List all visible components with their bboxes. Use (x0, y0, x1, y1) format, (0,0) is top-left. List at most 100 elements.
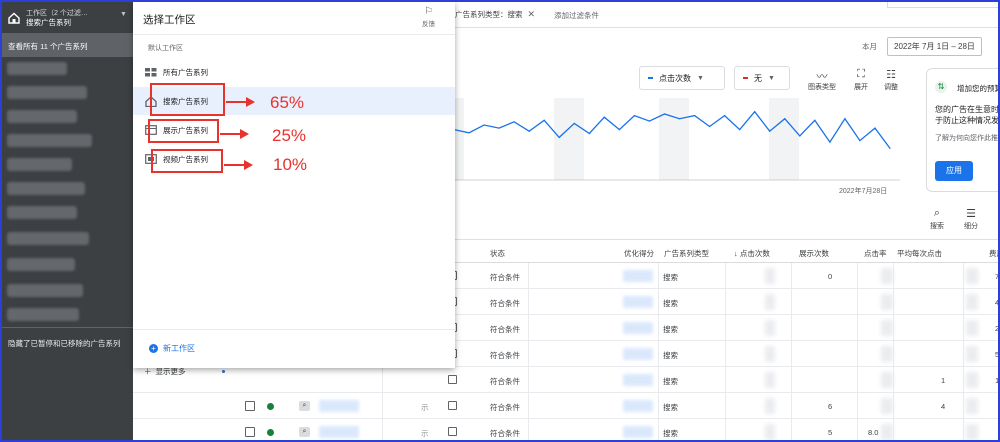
expand-label: 展开 (854, 84, 868, 91)
clicks-data-point (844, 118, 846, 120)
col-status[interactable]: 状态 (490, 248, 505, 259)
col-opt-score[interactable]: 优化得分 (624, 248, 654, 259)
campaign-item-redacted[interactable] (7, 308, 79, 321)
col-divider (658, 315, 659, 341)
feedback-label: 反馈 (422, 21, 435, 28)
status-detail-icon[interactable] (448, 401, 457, 410)
col-divider (528, 367, 529, 393)
chart-type-button[interactable]: 〰 图表类型 (807, 68, 837, 92)
col-divider (857, 289, 858, 315)
col-clicks[interactable]: ↓ 点击次数 (734, 248, 770, 259)
date-range-picker[interactable]: 2022年 7月 1日 – 28日 (887, 37, 982, 56)
campaign-item-redacted[interactable] (7, 206, 77, 219)
filter-chip[interactable]: 广告系列类型：搜索 ✕ (451, 7, 539, 21)
workspace-header[interactable]: 工作区（2 个过滤… 搜索广告系列 (2, 2, 133, 33)
campaign-item-redacted[interactable] (7, 158, 72, 171)
workspace-option-label: 所有广告系列 (163, 67, 208, 77)
status-cell: 符合条件 (490, 325, 520, 334)
redacted-clicks (765, 268, 775, 284)
status-cell: 符合条件 (490, 377, 520, 386)
columns-button[interactable]: ▮ (995, 207, 998, 231)
annotation-arrow (224, 160, 253, 170)
redacted-ctr (881, 268, 893, 284)
col-divider (725, 263, 726, 289)
campaign-item-redacted[interactable] (7, 110, 77, 123)
filter-chip-label: 广告系列类型：搜索 (455, 9, 523, 19)
col-impressions[interactable]: 展示次数 (799, 248, 829, 259)
status-detail-icon[interactable] (448, 427, 457, 436)
view-all-campaigns[interactable]: 查看所有 11 个广告系列 (2, 33, 133, 57)
x-tick-label: 2022年7月28日 (839, 188, 888, 195)
add-filter-link[interactable]: 添加过滤条件 (554, 10, 599, 21)
col-divider (528, 341, 529, 367)
redacted-avg-cpc (966, 268, 978, 284)
hidden-campaigns-note[interactable]: 隐藏了已暂停和已移除的广告系列 (8, 338, 121, 349)
table-row[interactable]: ⌕ 示 符合条件 搜索 6 4 (133, 393, 998, 419)
clicks-data-point (709, 125, 711, 128)
feedback-button[interactable]: ⚐ 反馈 (422, 6, 435, 28)
metric2-selector[interactable]: 无 ▼ (734, 66, 790, 90)
apply-button[interactable]: 应用 (935, 161, 973, 181)
expand-button[interactable]: ⛶ 展开 (846, 68, 876, 92)
campaign-item-redacted[interactable] (7, 232, 89, 245)
col-divider (528, 289, 529, 315)
campaign-item-redacted[interactable] (7, 62, 67, 75)
status-enabled-icon (267, 403, 274, 410)
picker-title: 选择工作区 (143, 14, 196, 26)
cost-cell: 4 (995, 298, 1000, 307)
metric1-selector[interactable]: 点击次数 ▼ (639, 66, 725, 90)
avg-cpc-cell: 1 (941, 376, 946, 385)
redacted-opt-score (623, 348, 653, 360)
redacted-campaign-name (319, 400, 359, 412)
col-divider (963, 341, 964, 367)
clicks-data-point (889, 147, 891, 149)
col-ctr[interactable]: 点击率 (864, 248, 887, 259)
campaign-item-redacted[interactable] (7, 258, 75, 271)
metric2-label: 无 (754, 73, 762, 83)
col-campaign-type[interactable]: 广告系列类型 (664, 248, 709, 259)
status-cell: 符合条件 (490, 299, 520, 308)
redacted-clicks (765, 424, 775, 440)
adjust-button[interactable]: ☷ 调整 (876, 68, 906, 92)
expand-icon: ⛶ (857, 68, 865, 80)
close-icon[interactable]: ✕ (528, 9, 536, 20)
campaign-type-cell: 搜索 (663, 403, 678, 412)
campaign-type-cell: 搜索 (663, 429, 678, 438)
campaign-item-redacted[interactable] (7, 182, 85, 195)
campaign-item-redacted[interactable] (7, 134, 92, 147)
table-toolbar: ⌕ 搜索 ☰ 细分 ▮ (927, 207, 998, 231)
row-checkbox[interactable] (245, 401, 255, 411)
search-icon: ⌕ (933, 207, 941, 219)
redacted-avg-cpc (966, 398, 978, 414)
campaign-item-redacted[interactable] (7, 284, 83, 297)
col-divider (658, 263, 659, 289)
campaign-type-cell: 搜索 (663, 377, 678, 386)
chevron-down-icon[interactable]: ▼ (120, 11, 127, 18)
avg-cpc-cell: 4 (941, 402, 946, 411)
table-row[interactable]: ⌕ 示 符合条件 搜索 5 8.0 (133, 419, 998, 440)
row-checkbox[interactable] (245, 427, 255, 437)
new-workspace-button[interactable]: + 新工作区 (149, 343, 195, 354)
recommendation-body: 您的广告在生意时 于防止这种情况发 (935, 105, 999, 125)
table-row[interactable]: 符合条件 搜索 1 1 (133, 367, 998, 393)
segment-button[interactable]: ☰ 细分 (961, 207, 981, 231)
status-detail-icon[interactable] (448, 375, 457, 384)
chart-type-label: 图表类型 (808, 84, 836, 91)
col-divider (725, 393, 726, 419)
redacted-opt-score (623, 374, 653, 386)
annotation-pct-display: 25% (272, 126, 307, 145)
clicks-data-point (483, 124, 485, 126)
col-divider (382, 367, 383, 393)
col-divider (528, 315, 529, 341)
col-avg-cpc[interactable]: 平均每次点击 (897, 248, 942, 259)
recommendation-link[interactable]: 了解为何向您作此推 (935, 133, 998, 143)
redacted-campaign-name (319, 426, 359, 438)
workspace-option-all[interactable]: 所有广告系列 (133, 58, 455, 86)
indicator-dot (222, 370, 225, 373)
col-divider (893, 419, 894, 440)
col-cost[interactable]: 费用 (989, 248, 998, 259)
campaign-item-redacted[interactable] (7, 86, 87, 99)
redacted-clicks (765, 398, 775, 414)
table-search-button[interactable]: ⌕ 搜索 (927, 207, 947, 231)
redacted-ctr (881, 398, 893, 414)
